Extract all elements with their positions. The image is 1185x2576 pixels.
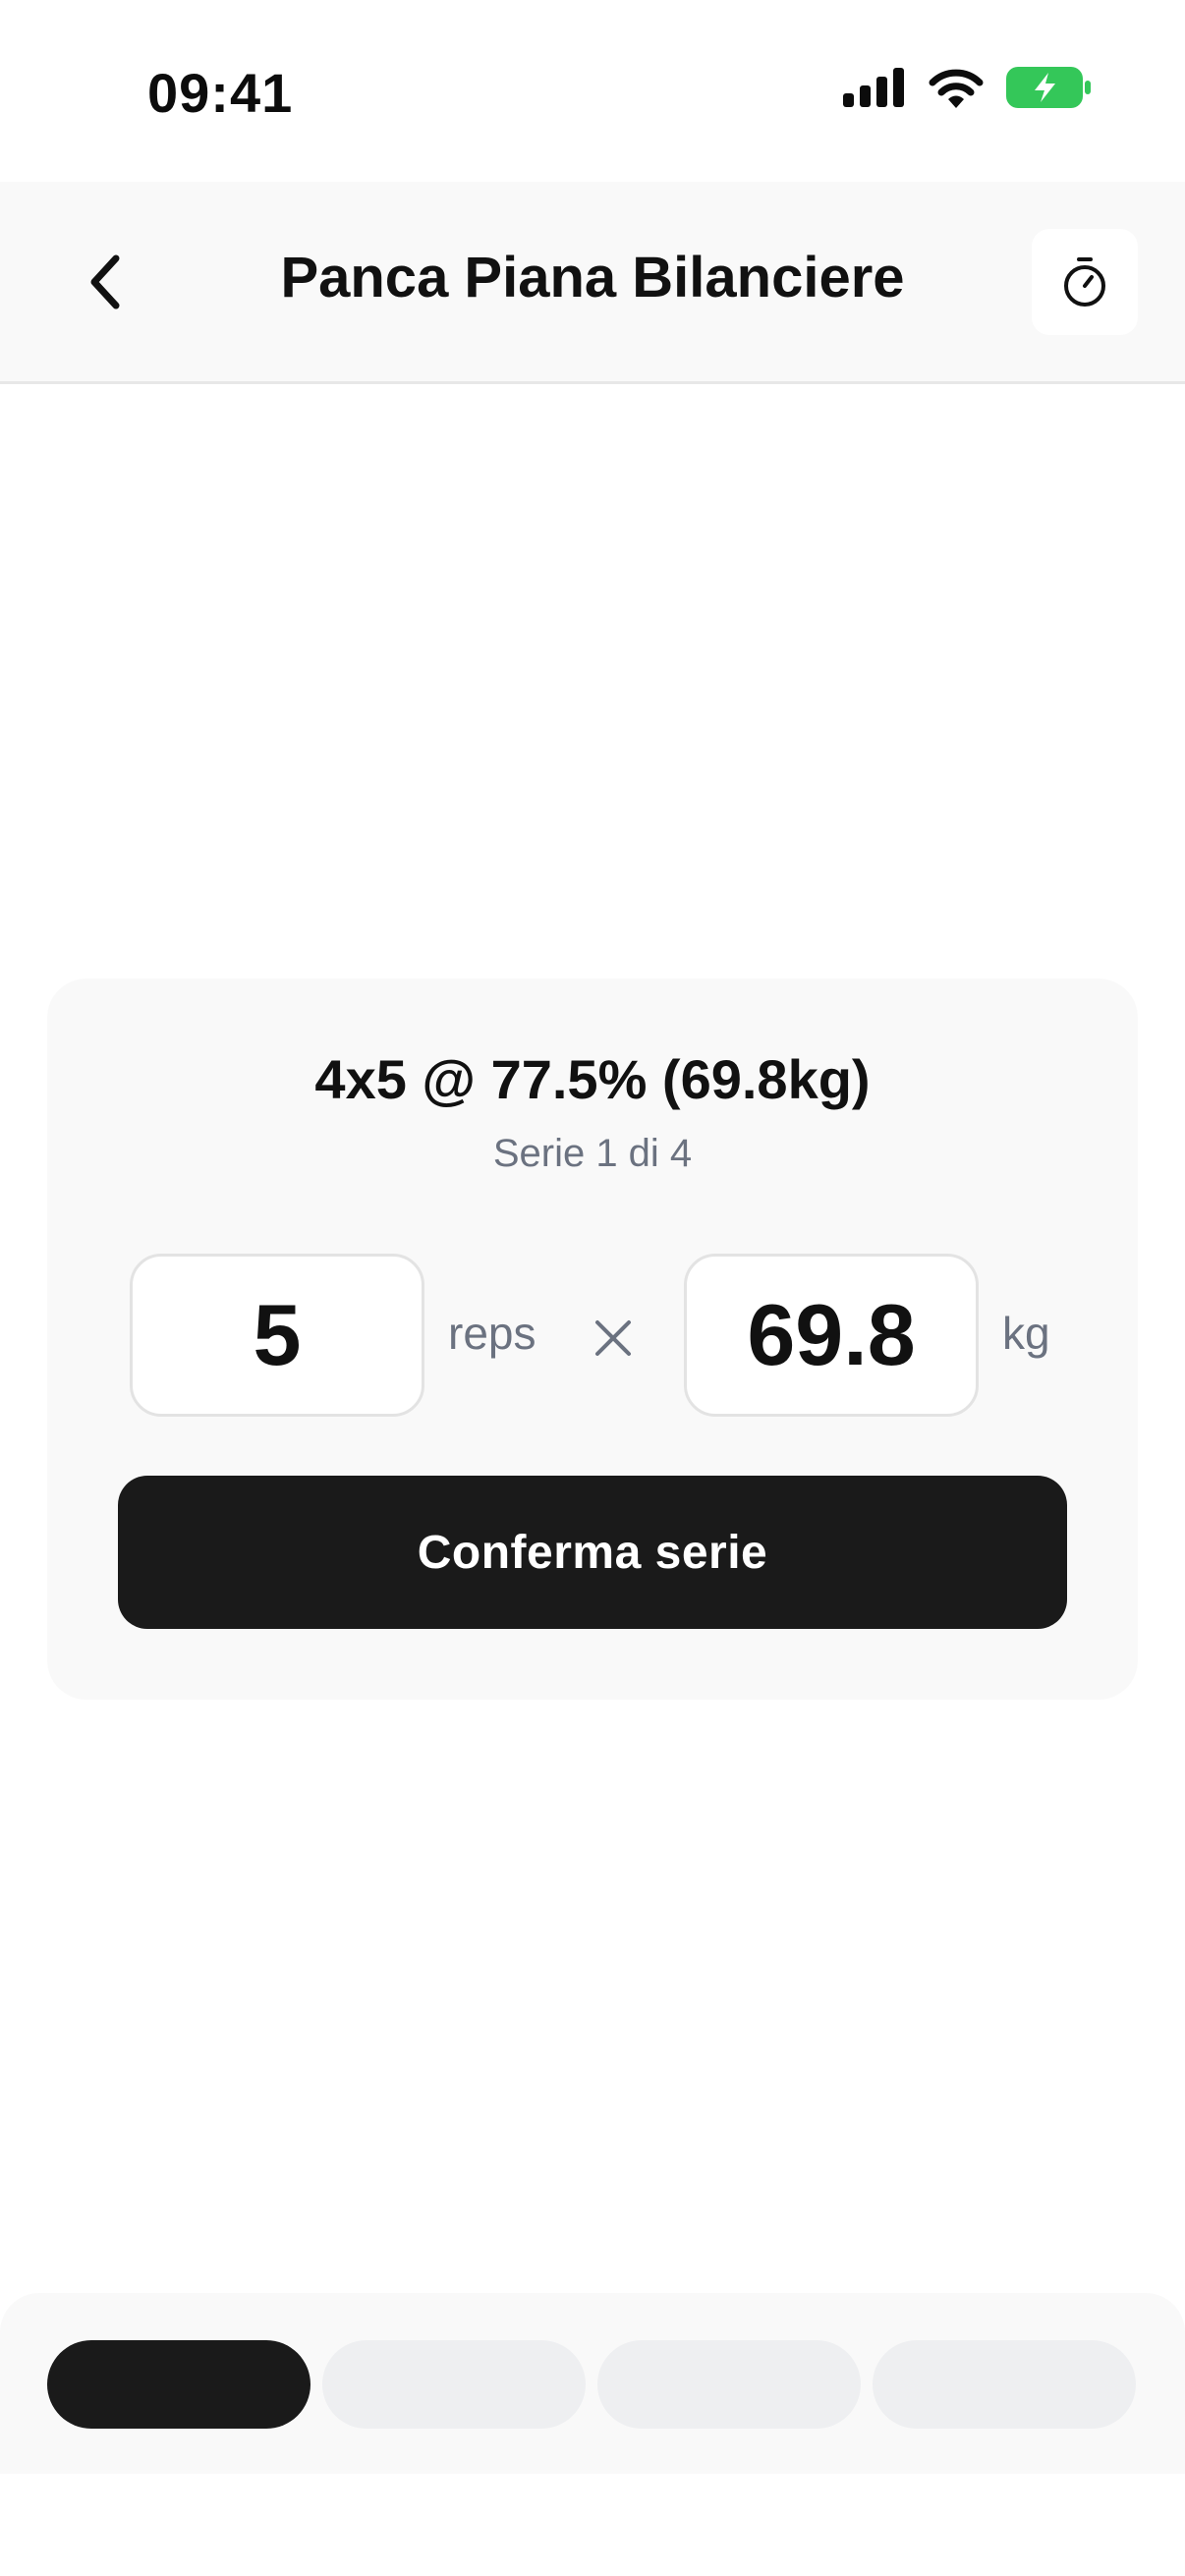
set-progress: Serie 1 di 4 xyxy=(492,1132,693,1175)
chevron-left-icon xyxy=(90,254,120,309)
status-bar: 09:41 xyxy=(0,0,1185,182)
set-card: 4x5 @ 77.5% (69.8kg) Serie 1 di 4 5 reps… xyxy=(47,979,1138,1700)
set-scheme: 4x5 @ 77.5% (69.8kg) xyxy=(314,1048,871,1110)
back-button[interactable] xyxy=(63,241,145,323)
reps-unit-label: reps xyxy=(448,1308,536,1359)
set-indicator-bar xyxy=(0,2293,1185,2474)
battery-charging-icon xyxy=(1006,67,1091,108)
status-time: 09:41 xyxy=(147,62,294,124)
cellular-signal-icon xyxy=(843,68,904,107)
set-pill-4[interactable] xyxy=(873,2340,1136,2429)
times-icon xyxy=(595,1320,631,1356)
stopwatch-icon xyxy=(1064,257,1105,307)
set-pill-3[interactable] xyxy=(597,2340,861,2429)
weight-input[interactable]: 69.8 xyxy=(684,1254,979,1417)
set-pill-2[interactable] xyxy=(322,2340,586,2429)
set-pill-1[interactable] xyxy=(47,2340,310,2429)
wifi-icon xyxy=(929,69,984,108)
timer-button[interactable] xyxy=(1032,229,1138,335)
confirm-set-button[interactable]: Conferma serie xyxy=(118,1476,1067,1629)
reps-input[interactable]: 5 xyxy=(130,1254,424,1417)
page-title: Panca Piana Bilanciere xyxy=(280,246,905,309)
screen-header: Panca Piana Bilanciere xyxy=(0,182,1185,384)
weight-unit-label: kg xyxy=(1002,1308,1050,1359)
status-icons xyxy=(843,67,1091,108)
